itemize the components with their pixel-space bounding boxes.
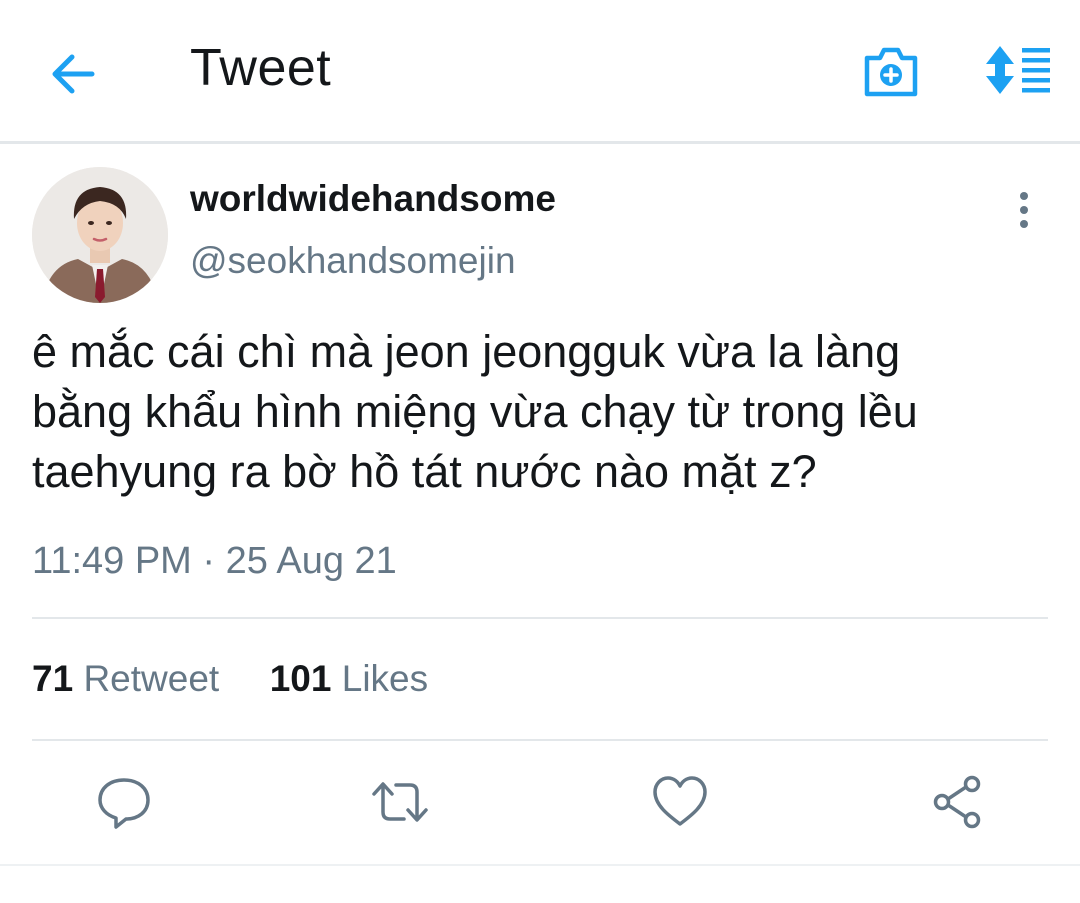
- sort-list-icon: [986, 46, 1050, 94]
- divider: [32, 617, 1048, 619]
- display-name[interactable]: worldwidehandsome: [190, 178, 556, 220]
- retweet-button[interactable]: [370, 772, 430, 832]
- tweet-date: 25 Aug 21: [225, 540, 397, 582]
- page-title: Tweet: [190, 39, 332, 97]
- divider: [0, 864, 1080, 866]
- reply-button[interactable]: [94, 772, 154, 832]
- tweet-time: 11:49 PM: [32, 540, 192, 582]
- reply-icon: [98, 778, 150, 829]
- heart-icon: [653, 776, 707, 826]
- camera-button[interactable]: [862, 44, 920, 98]
- share-button[interactable]: [928, 772, 988, 832]
- retweet-label: Retweet: [83, 658, 220, 699]
- timestamp-separator: ·: [202, 540, 216, 582]
- profile-photo: [32, 167, 168, 303]
- arrow-left-icon: [52, 54, 95, 94]
- more-vertical-icon: [1020, 192, 1028, 228]
- avatar[interactable]: [32, 167, 168, 303]
- camera-plus-icon: [864, 47, 918, 97]
- likes-label: Likes: [341, 658, 429, 699]
- user-handle[interactable]: @seokhandsomejin: [190, 240, 516, 282]
- likes-stat[interactable]: 101 Likes: [270, 658, 428, 699]
- divider: [32, 739, 1048, 741]
- engagement-stats: 71 Retweet 101 Likes: [32, 658, 428, 700]
- back-button[interactable]: [48, 48, 100, 100]
- retweet-icon: [372, 782, 428, 822]
- retweet-count: 71: [32, 658, 74, 699]
- likes-count: 101: [269, 658, 332, 699]
- top-bar: Tweet: [0, 0, 1080, 144]
- like-button[interactable]: [650, 772, 710, 832]
- tweet-text: ê mắc cái chì mà jeon jeongguk vừa la là…: [32, 326, 918, 497]
- more-options-button[interactable]: [1006, 190, 1042, 232]
- share-icon: [933, 775, 981, 829]
- retweet-stat[interactable]: 71 Retweet: [32, 658, 229, 699]
- tweet-timestamp: 11:49 PM · 25 Aug 21: [32, 540, 397, 583]
- sort-button[interactable]: [982, 44, 1052, 96]
